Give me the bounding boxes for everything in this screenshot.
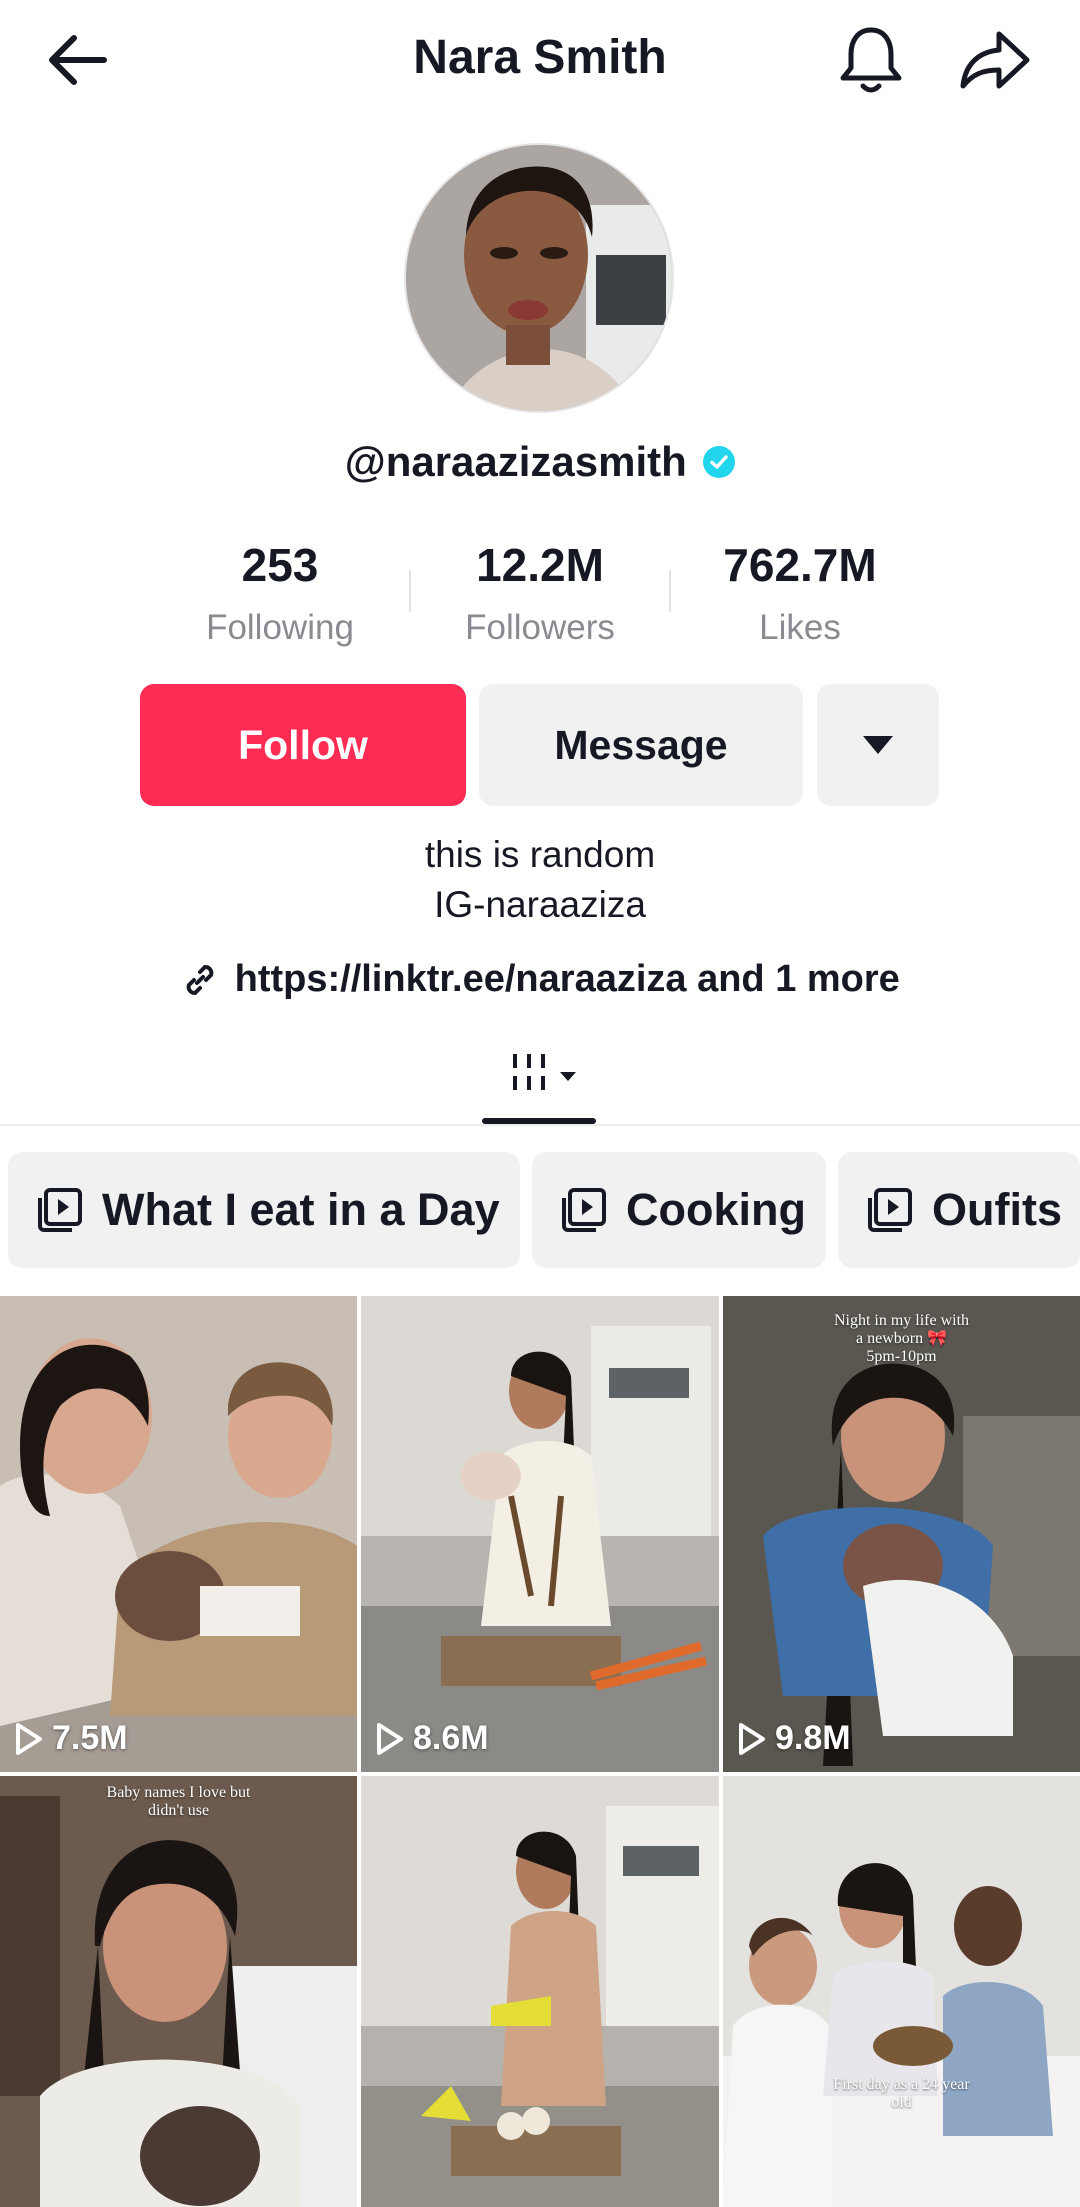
video-thumbnail[interactable] xyxy=(361,1776,719,2207)
thumbnail-image xyxy=(0,1296,357,1772)
stat-divider xyxy=(669,570,671,612)
follow-button[interactable]: Follow xyxy=(140,684,466,806)
view-count: 8.6M xyxy=(375,1719,489,1758)
bio-line: this is random xyxy=(424,834,656,875)
caption-line: didn't use xyxy=(147,1802,210,1819)
bio-link[interactable]: https://linktr.ee/naraaziza and 1 more xyxy=(0,958,1080,1014)
stat-value: 253 xyxy=(241,539,319,591)
tab-active-indicator xyxy=(482,1118,596,1124)
stat-value: 12.2M xyxy=(476,539,604,591)
play-icon xyxy=(377,1722,403,1755)
playlist-label: Cooking xyxy=(626,1184,806,1235)
link-text: https://linktr.ee/naraaziza and 1 more xyxy=(234,958,900,1000)
playlist-chip[interactable]: What I eat in a Day xyxy=(8,1152,520,1268)
view-count-text: 9.8M xyxy=(775,1719,851,1757)
avatar[interactable] xyxy=(404,143,674,413)
thumbnail-image xyxy=(361,1776,719,2207)
caption-line: Night in my life with xyxy=(833,1312,970,1329)
video-grid: 7.5M 8.6M Night in my life with a newbor… xyxy=(0,1296,1080,2207)
videos-grid-icon xyxy=(513,1054,576,1090)
video-caption: Night in my life with a newborn 🎀 5pm-10… xyxy=(723,1312,1080,1366)
stat-divider xyxy=(409,570,411,612)
link-icon xyxy=(186,964,214,995)
caption-line: old xyxy=(891,2094,912,2111)
video-thumbnail[interactable]: 7.5M xyxy=(0,1296,357,1772)
stat-label: Likes xyxy=(759,608,841,647)
stat-likes[interactable]: 762.7M Likes xyxy=(680,536,920,648)
view-count-text: 7.5M xyxy=(52,1719,128,1757)
caption-line: First day as a 24 year xyxy=(833,2076,970,2093)
suggested-accounts-button[interactable] xyxy=(817,684,939,806)
message-button[interactable]: Message xyxy=(479,684,803,806)
video-caption: Baby names I love but didn't use xyxy=(0,1784,357,1820)
profile-stats: 253 Following 12.2M Followers 762.7M Lik… xyxy=(0,536,1080,656)
share-button[interactable] xyxy=(955,24,1035,96)
playlist-row: What I eat in a Day Cooking Oufits xyxy=(8,1152,1080,1268)
avatar-image xyxy=(406,145,672,411)
video-thumbnail[interactable]: First day as a 24 year old xyxy=(723,1776,1080,2207)
view-count-text: 8.6M xyxy=(413,1719,489,1757)
playlist-chip[interactable]: Oufits xyxy=(838,1152,1080,1268)
caption-line: a newborn 🎀 xyxy=(855,1330,947,1347)
playlist-icon xyxy=(562,1188,606,1232)
view-count: 7.5M xyxy=(14,1719,128,1758)
playlist-icon xyxy=(38,1188,82,1232)
tab-videos[interactable] xyxy=(500,1040,592,1110)
thumbnail-image xyxy=(723,1296,1080,1772)
content-tabs xyxy=(0,1030,1080,1126)
bell-icon xyxy=(840,27,902,93)
handle-row: @naraazizasmith xyxy=(0,438,1080,494)
share-arrow-icon xyxy=(960,31,1030,89)
verified-badge-icon xyxy=(703,446,736,478)
play-icon xyxy=(16,1722,42,1755)
video-thumbnail[interactable]: 8.6M xyxy=(361,1296,719,1772)
username: @naraazizasmith xyxy=(344,438,687,485)
video-thumbnail[interactable]: Night in my life with a newborn 🎀 5pm-10… xyxy=(723,1296,1080,1772)
playlist-chip[interactable]: Cooking xyxy=(532,1152,826,1268)
playlist-label: Oufits xyxy=(932,1184,1062,1235)
playlist-label: What I eat in a Day xyxy=(102,1184,500,1235)
thumbnail-image xyxy=(723,1776,1080,2207)
play-icon xyxy=(739,1722,765,1755)
bio-line: IG-naraaziza xyxy=(434,884,646,925)
thumbnail-image xyxy=(0,1776,357,2207)
playlist-icon xyxy=(868,1188,912,1232)
stat-value: 762.7M xyxy=(723,539,877,591)
stat-label: Followers xyxy=(465,608,615,647)
caption-line: Baby names I love but xyxy=(106,1784,251,1801)
thumbnail-image xyxy=(361,1296,719,1772)
top-bar: Nara Smith xyxy=(0,0,1080,120)
page-title: Nara Smith xyxy=(413,31,667,84)
caret-down-icon xyxy=(863,736,893,754)
stat-following[interactable]: 253 Following xyxy=(160,536,400,648)
notification-button[interactable] xyxy=(835,22,907,98)
video-caption: First day as a 24 year old xyxy=(723,2076,1080,2112)
profile-screen: Nara Smith @naraazizasmith 253 Following… xyxy=(0,0,1080,2207)
view-count: 9.8M xyxy=(737,1719,851,1758)
stat-label: Following xyxy=(206,608,354,647)
stat-followers[interactable]: 12.2M Followers xyxy=(420,536,660,648)
caption-line: 5pm-10pm xyxy=(866,1348,937,1365)
video-thumbnail[interactable]: Baby names I love but didn't use xyxy=(0,1776,357,2207)
